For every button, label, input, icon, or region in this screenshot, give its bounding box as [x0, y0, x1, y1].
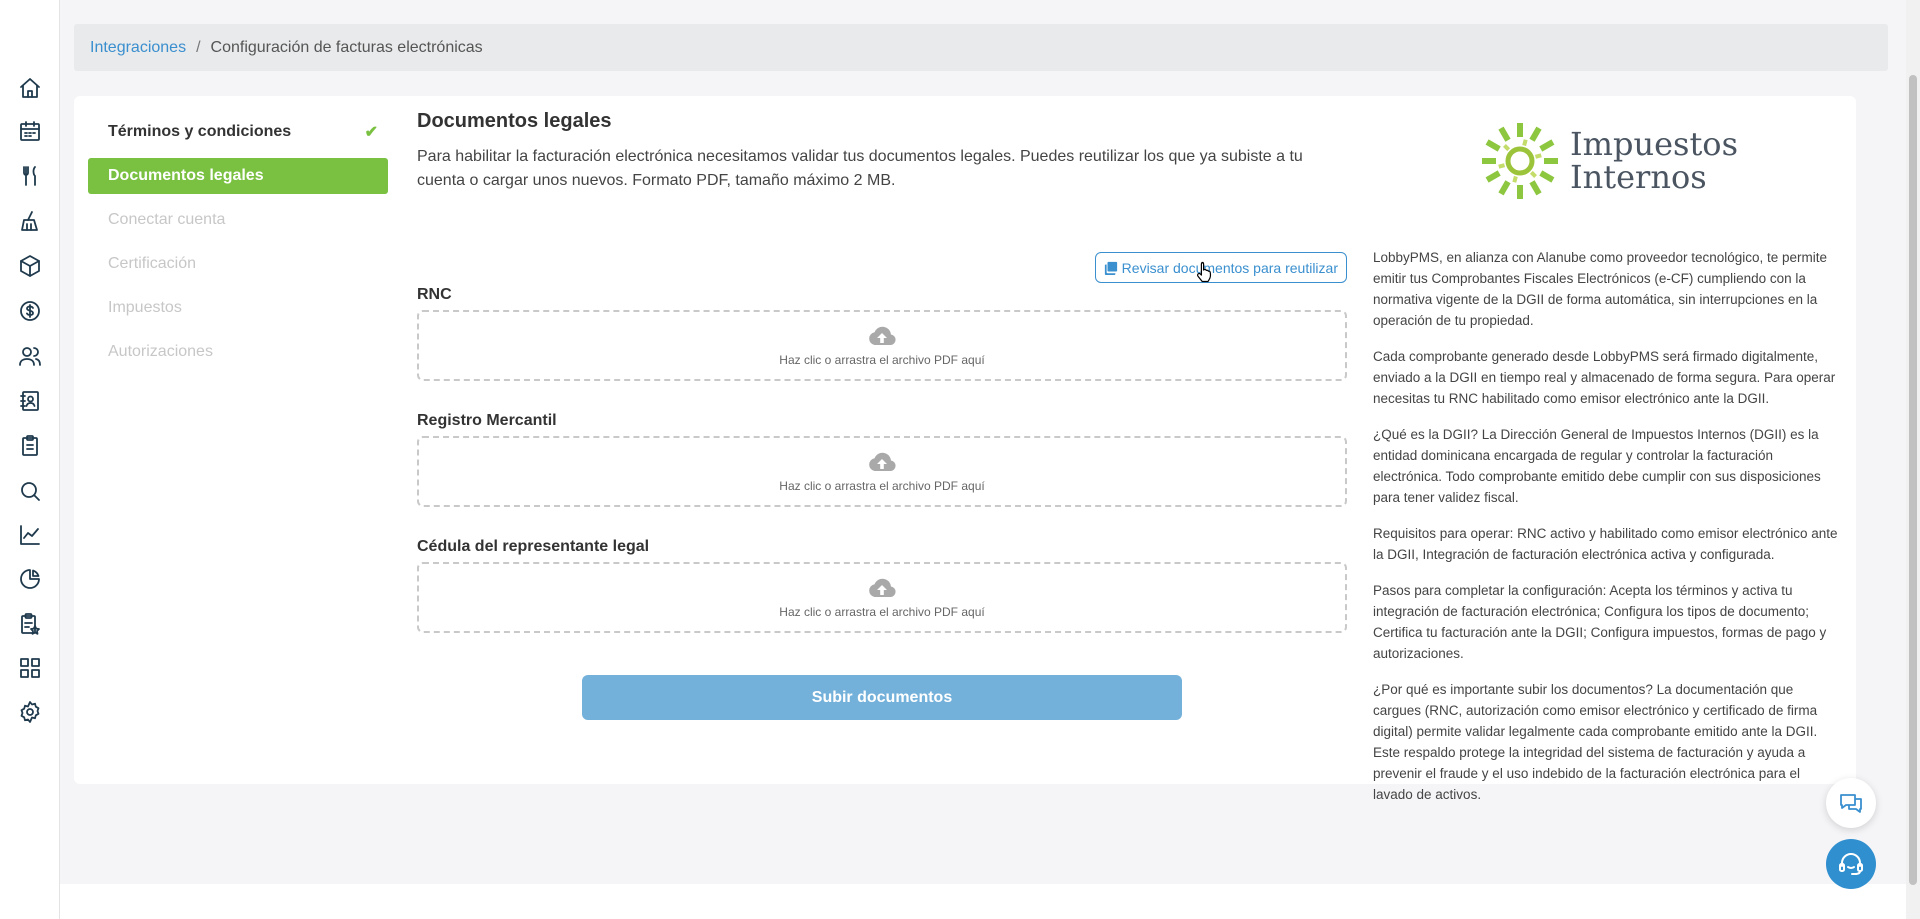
documents-form: Documentos legales Para habilitar la fac… [417, 110, 1347, 720]
support-button[interactable] [1826, 839, 1876, 889]
step-terminos[interactable]: Términos y condiciones ✔ [88, 114, 388, 150]
sun-logo-icon [1482, 123, 1558, 199]
headset-icon [1839, 853, 1863, 875]
calendar-icon[interactable] [17, 118, 43, 144]
info-paragraph: Requisitos para operar: RNC activo y hab… [1373, 526, 1838, 562]
step-label: Términos y condiciones [108, 123, 292, 140]
reuse-documents-button[interactable]: Revisar documentos para reutilizar [1094, 252, 1347, 283]
step-label: Certificación [108, 255, 197, 272]
field-label-cedula: Cédula del representante legal [417, 538, 650, 555]
tasks-icon[interactable] [17, 611, 43, 637]
dropzone-text: Haz clic o arrastra el archivo PDF aquí [779, 478, 985, 493]
step-label: Conectar cuenta [108, 211, 226, 228]
step-label: Autorizaciones [108, 343, 213, 360]
chart-icon[interactable] [17, 522, 43, 548]
cloud-upload-icon [869, 578, 896, 597]
home-icon[interactable] [17, 75, 43, 101]
dropzone-cedula[interactable]: Haz clic o arrastra el archivo PDF aquí [417, 562, 1347, 633]
dropzone-rnc[interactable]: Haz clic o arrastra el archivo PDF aquí [417, 310, 1347, 381]
copy-icon [1104, 261, 1117, 275]
breadcrumb: Integraciones / Configuración de factura… [74, 24, 1888, 71]
users-icon[interactable] [17, 343, 43, 369]
info-paragraph: ¿Por qué es importante subir los documen… [1373, 682, 1818, 802]
logo-text-line1: Impuestos [1570, 125, 1738, 163]
impuestos-internos-logo: Impuestos Internos [1373, 120, 1843, 202]
page-title: Documentos legales [417, 110, 612, 132]
submit-documents-button[interactable]: Subir documentos [582, 675, 1182, 720]
chat-button[interactable] [1826, 778, 1876, 828]
info-paragraph: LobbyPMS, en alianza con Alanube como pr… [1373, 250, 1828, 328]
cloud-upload-icon [869, 326, 896, 345]
field-label-registro-mercantil: Registro Mercantil [417, 412, 557, 429]
dollar-icon[interactable] [17, 298, 43, 324]
reuse-documents-label: Revisar documentos para reutilizar [1121, 259, 1338, 276]
info-paragraph: Pasos para completar la configuración: A… [1373, 583, 1827, 661]
field-label-rnc: RNC [417, 286, 452, 303]
step-autorizaciones: Autorizaciones [88, 334, 388, 370]
main-card: Términos y condiciones ✔ Documentos lega… [74, 96, 1856, 802]
pie-chart-icon[interactable] [17, 566, 43, 592]
cloud-upload-icon [869, 452, 896, 471]
package-icon[interactable] [17, 253, 43, 279]
dropzone-registro-mercantil[interactable]: Haz clic o arrastra el archivo PDF aquí [417, 436, 1347, 507]
dropzone-text: Haz clic o arrastra el archivo PDF aquí [779, 604, 985, 619]
step-label: Documentos legales [108, 167, 264, 184]
page-footer-area [60, 884, 1906, 919]
breadcrumb-separator: / [196, 38, 201, 56]
steps-list: Términos y condiciones ✔ Documentos lega… [88, 114, 388, 378]
icon-sidebar [0, 0, 60, 919]
info-paragraph: ¿Qué es la DGII? La Dirección General de… [1373, 427, 1821, 505]
search-icon[interactable] [17, 478, 43, 504]
info-paragraph: Cada comprobante generado desde LobbyPMS… [1373, 349, 1836, 406]
step-certificacion: Certificación [88, 246, 388, 282]
restaurant-icon[interactable] [17, 163, 43, 189]
chat-icon [1840, 794, 1862, 813]
scrollbar-thumb[interactable] [1909, 75, 1917, 885]
step-conectar: Conectar cuenta [88, 202, 388, 238]
dropzone-text: Haz clic o arrastra el archivo PDF aquí [779, 352, 985, 367]
step-documentos[interactable]: Documentos legales [88, 158, 388, 194]
hand-cursor-icon [1197, 261, 1212, 283]
apps-icon[interactable] [17, 655, 43, 681]
page-scrollbar[interactable] [1906, 0, 1920, 919]
breadcrumb-current: Configuración de facturas electrónicas [210, 38, 483, 56]
breadcrumb-link-integraciones[interactable]: Integraciones [90, 39, 186, 57]
cleaning-icon[interactable] [17, 208, 43, 234]
logo-text-line2: Internos [1570, 158, 1707, 196]
logo-text: Impuestos Internos [1570, 128, 1738, 194]
form-intro: Para habilitar la facturación electrónic… [417, 148, 1303, 189]
clipboard-icon[interactable] [17, 433, 43, 459]
info-panel: Impuestos Internos LobbyPMS, en alianza … [1373, 120, 1843, 820]
check-icon: ✔ [364, 124, 378, 141]
step-label: Impuestos [108, 299, 182, 316]
step-impuestos: Impuestos [88, 290, 388, 326]
contacts-icon[interactable] [17, 388, 43, 414]
settings-icon[interactable] [17, 699, 43, 725]
